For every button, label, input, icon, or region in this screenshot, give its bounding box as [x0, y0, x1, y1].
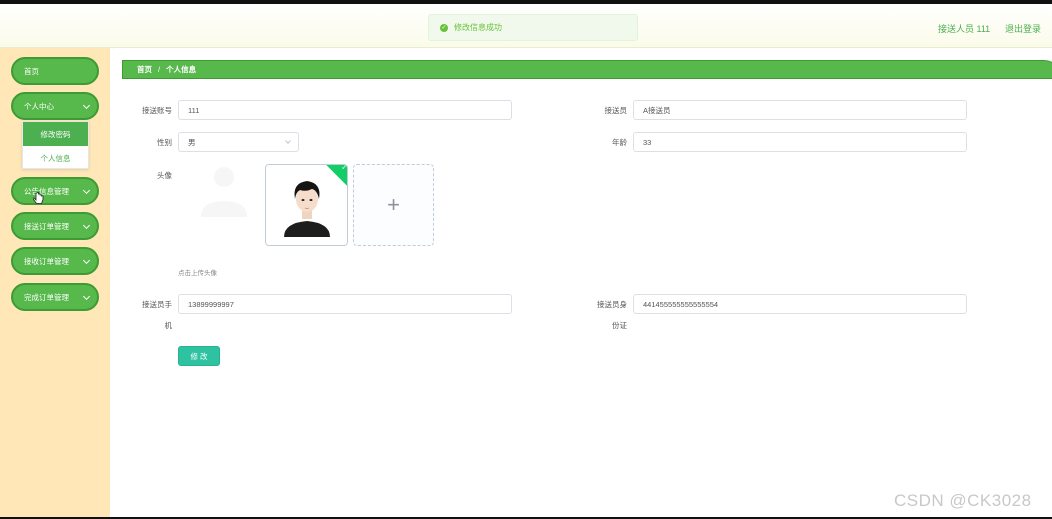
sidebar-item-label: 首页 [24, 66, 39, 76]
submenu-item-change-password[interactable]: 修改密码 [23, 122, 88, 146]
driver-name-label: 接送员 [604, 106, 628, 115]
avatar-photo [266, 165, 347, 245]
csdn-watermark: CSDN @CK3028 [894, 491, 1032, 510]
phone-input[interactable]: 13899999997 [178, 294, 512, 314]
check-circle-icon: ✓ [440, 23, 448, 32]
sidebar-item-label: 完成订单管理 [24, 292, 69, 302]
chevron-down-icon [82, 256, 91, 265]
gender-select[interactable]: 男 [178, 132, 299, 152]
personal-center-submenu: 修改密码 个人信息 [22, 121, 89, 169]
breadcrumb: 首页 / 个人信息 [122, 60, 1052, 79]
chevron-down-icon [285, 138, 291, 144]
phone-label-line1: 接送员手 [142, 300, 172, 309]
toast-message: 修改信息成功 [454, 23, 502, 32]
chevron-down-icon [82, 101, 91, 110]
chevron-down-icon [82, 221, 91, 230]
breadcrumb-home[interactable]: 首页 [137, 64, 152, 75]
sidebar-item-personal-center[interactable]: 个人中心 [11, 92, 99, 120]
phone-label-line2: 机 [164, 321, 173, 330]
idcard-label-line2: 份证 [612, 321, 627, 330]
current-user-label: 接送人员 111 [938, 24, 991, 34]
sidebar-item-completed-orders[interactable]: 完成订单管理 [11, 283, 99, 311]
submenu-item-label: 修改密码 [40, 129, 71, 139]
driver-name-input[interactable]: A接送员 [633, 100, 967, 120]
age-value: 33 [643, 137, 652, 147]
submenu-item-label: 个人信息 [40, 153, 71, 163]
chevron-down-icon [82, 186, 91, 195]
age-input[interactable]: 33 [633, 132, 967, 152]
avatar-label: 头像 [157, 171, 172, 180]
gender-label: 性别 [157, 138, 172, 147]
idcard-value: 441455555555555554 [643, 299, 719, 309]
chevron-down-icon [82, 292, 91, 301]
sidebar-item-label: 接送订单管理 [24, 221, 69, 231]
account-value: 111 [188, 105, 200, 115]
success-toast: ✓ 修改信息成功 [428, 14, 638, 41]
submenu-item-personal-info[interactable]: 个人信息 [23, 146, 88, 170]
sidebar-item-home[interactable]: 首页 [11, 57, 99, 85]
account-label: 接送账号 [142, 106, 172, 115]
idcard-label: 接送员身 份证 [577, 298, 627, 332]
uploaded-avatar-card[interactable]: ✓ [265, 164, 348, 246]
phone-value: 13899999997 [188, 299, 234, 309]
idcard-label-line1: 接送员身 [597, 300, 627, 309]
breadcrumb-current: 个人信息 [166, 65, 197, 74]
breadcrumb-separator: / [158, 65, 161, 74]
check-icon: ✓ [341, 164, 348, 172]
plus-icon: + [387, 192, 400, 217]
upload-hint-text: 点击上传头像 [178, 270, 217, 277]
avatar-upload-button[interactable]: + [353, 164, 434, 246]
sidebar-item-received-orders[interactable]: 接收订单管理 [11, 247, 99, 275]
sidebar-item-pickup-orders[interactable]: 接送订单管理 [11, 212, 99, 240]
account-input[interactable]: 111 [178, 100, 512, 120]
sidebar-item-notice-management[interactable]: 公告信息管理 [11, 177, 99, 205]
gender-value: 男 [188, 137, 196, 147]
sidebar-item-label: 个人中心 [24, 101, 54, 111]
age-label: 年龄 [612, 138, 627, 147]
submit-button[interactable]: 修 改 [178, 346, 220, 366]
driver-name-value: A接送员 [643, 105, 671, 115]
placeholder-avatar-icon [201, 167, 247, 217]
sidebar-item-label: 公告信息管理 [24, 186, 69, 196]
phone-label: 接送员手 机 [122, 298, 172, 332]
top-header: ✓ 修改信息成功 接送人员 111 退出登录 [0, 4, 1052, 48]
sidebar-item-label: 接收订单管理 [24, 256, 69, 266]
idcard-input[interactable]: 441455555555555554 [633, 294, 967, 314]
logout-link[interactable]: 退出登录 [1005, 22, 1041, 35]
hand-cursor-icon [33, 192, 44, 204]
